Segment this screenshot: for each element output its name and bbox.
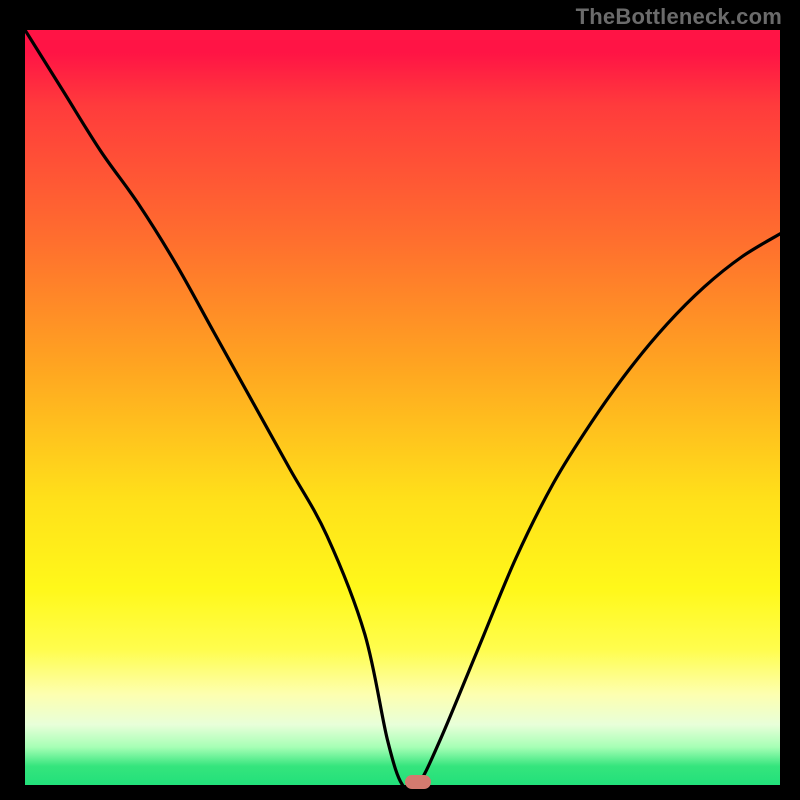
plot-area xyxy=(25,30,780,785)
bottleneck-curve xyxy=(25,30,780,785)
chart-container: TheBottleneck.com xyxy=(0,0,800,800)
optimal-point-marker xyxy=(405,775,431,789)
watermark-text: TheBottleneck.com xyxy=(576,4,782,30)
